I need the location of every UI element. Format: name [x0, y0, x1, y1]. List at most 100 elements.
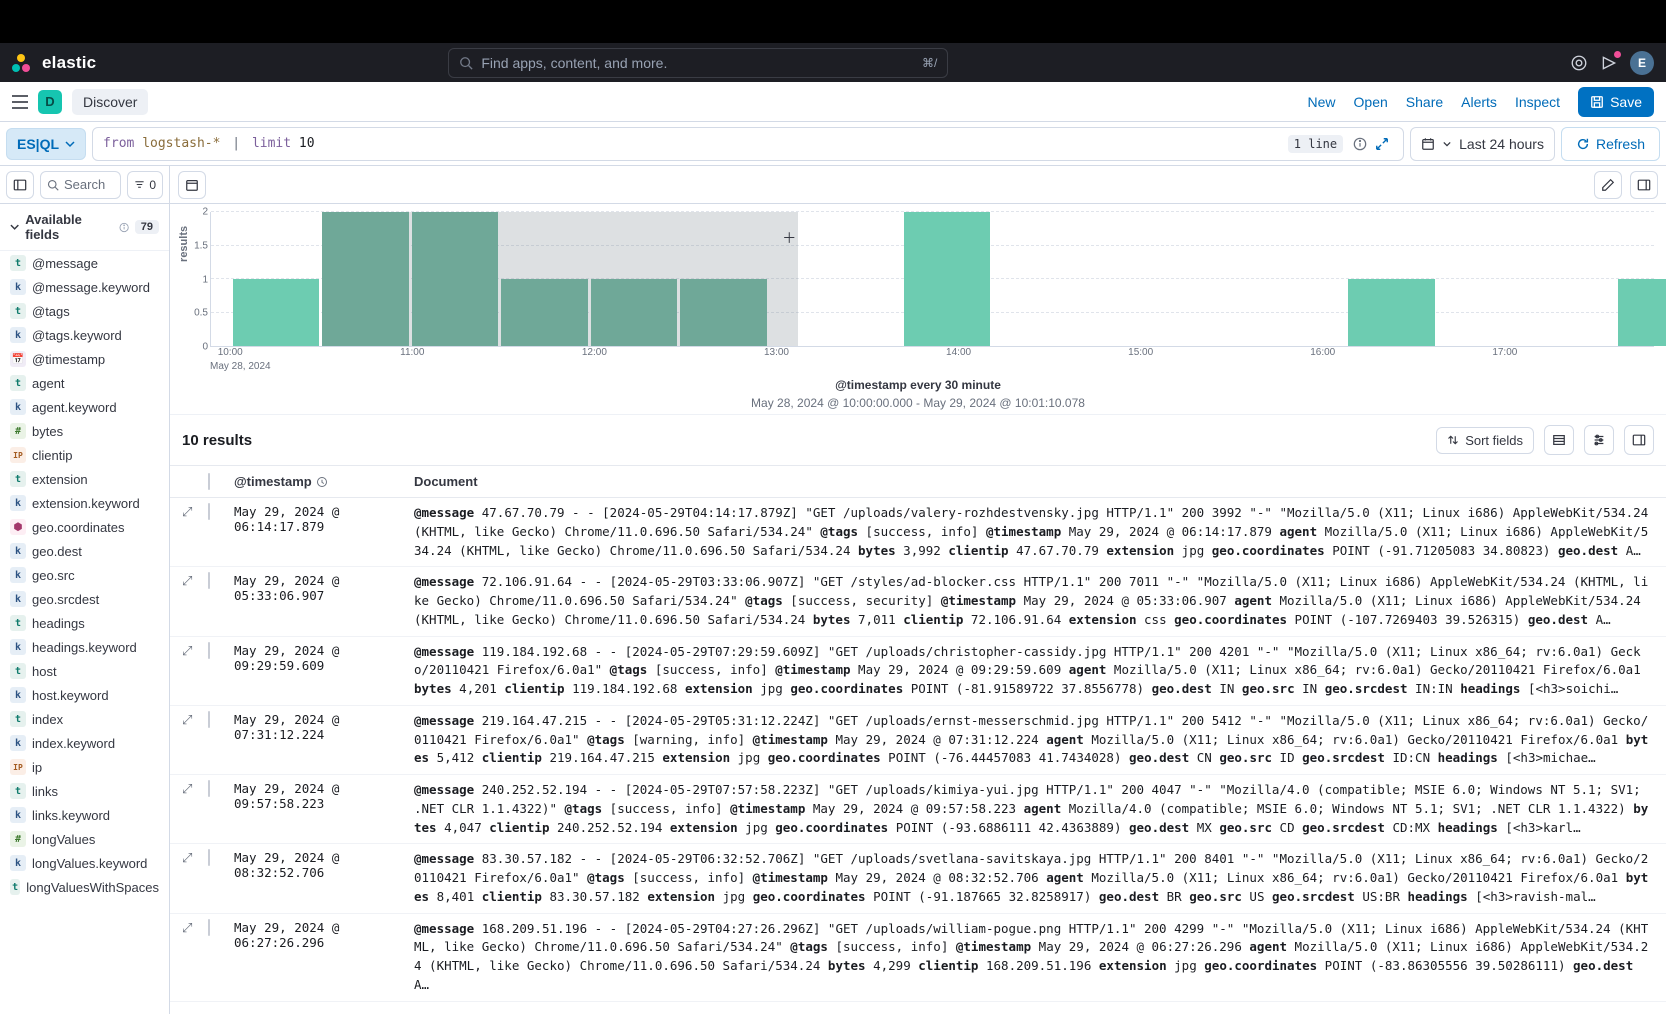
expand-row-button[interactable]: ⤢	[182, 644, 192, 659]
field-item[interactable]: kgeo.srcdest	[0, 587, 169, 611]
doc-field-value: CN	[1189, 750, 1219, 765]
sidebar-collapse-button[interactable]	[6, 171, 34, 199]
global-search-input[interactable]: Find apps, content, and more. ⌘/	[448, 48, 948, 78]
row-timestamp: May 29, 2024 @ 09:57:58.223	[234, 781, 414, 811]
row-checkbox[interactable]	[208, 849, 210, 866]
row-document: @message 240.252.52.194 - - [2024-05-29T…	[414, 781, 1654, 837]
field-item[interactable]: tagent	[0, 371, 169, 395]
alerts-button[interactable]: Alerts	[1461, 94, 1497, 110]
chart-bar[interactable]	[233, 279, 320, 346]
field-item[interactable]: klongValues.keyword	[0, 851, 169, 875]
chart-bar[interactable]	[412, 212, 499, 346]
histogram-chart[interactable]: results 00.511.52 ＋ 10:0011:0012:0013:00…	[170, 204, 1666, 415]
field-item[interactable]: IPclientip	[0, 443, 169, 467]
datepicker-button[interactable]: Last 24 hours	[1410, 127, 1555, 161]
field-item[interactable]: kheadings.keyword	[0, 635, 169, 659]
doc-field-key: @tags	[790, 939, 828, 954]
column-header-document[interactable]: Document	[414, 474, 1654, 489]
chart-bar[interactable]	[680, 279, 767, 346]
doc-field-key: headings	[1438, 820, 1498, 835]
sort-fields-button[interactable]: Sort fields	[1436, 427, 1534, 454]
expand-row-button[interactable]: ⤢	[182, 782, 192, 797]
field-item[interactable]: textension	[0, 467, 169, 491]
row-checkbox[interactable]	[208, 780, 210, 797]
expand-row-button[interactable]: ⤢	[182, 713, 192, 728]
field-item[interactable]: tlongValuesWithSpaces	[0, 875, 169, 899]
integrations-icon[interactable]	[1570, 54, 1588, 72]
expand-row-button[interactable]: ⤢	[182, 921, 192, 936]
save-button[interactable]: Save	[1578, 87, 1654, 117]
fullscreen-button[interactable]	[1624, 425, 1654, 455]
doc-field-value: 119.184.192.68	[565, 681, 685, 696]
field-item[interactable]: kagent.keyword	[0, 395, 169, 419]
inspect-button[interactable]: Inspect	[1515, 94, 1560, 110]
query-info-icon[interactable]	[1349, 133, 1371, 155]
row-checkbox[interactable]	[208, 711, 210, 728]
share-button[interactable]: Share	[1406, 94, 1443, 110]
field-item[interactable]: ⬢geo.coordinates	[0, 515, 169, 539]
doc-field-value: 4,047	[437, 820, 490, 835]
chart-bar[interactable]	[322, 212, 409, 346]
display-options-button[interactable]	[1584, 425, 1614, 455]
field-item[interactable]: tlinks	[0, 779, 169, 803]
query-expand-icon[interactable]	[1371, 133, 1393, 155]
doc-field-key: @timestamp	[730, 801, 805, 816]
chart-x-tick: 13:00	[764, 347, 789, 358]
field-item[interactable]: klinks.keyword	[0, 803, 169, 827]
row-checkbox[interactable]	[208, 919, 210, 936]
date-histogram-toggle[interactable]	[178, 171, 206, 199]
query-input[interactable]: from logstash-* | limit 10 1 line	[92, 127, 1404, 161]
field-item[interactable]: #bytes	[0, 419, 169, 443]
open-button[interactable]: Open	[1354, 94, 1388, 110]
nav-toggle-icon[interactable]	[12, 95, 28, 109]
field-item[interactable]: #longValues	[0, 827, 169, 851]
field-item[interactable]: t@tags	[0, 299, 169, 323]
select-all-checkbox[interactable]	[208, 473, 210, 490]
field-item[interactable]: tindex	[0, 707, 169, 731]
query-language-button[interactable]: ES|QL	[6, 128, 86, 160]
expand-row-button[interactable]: ⤢	[182, 851, 192, 866]
chart-bar[interactable]	[1618, 279, 1666, 346]
field-item[interactable]: t@message	[0, 251, 169, 275]
field-item[interactable]: kgeo.dest	[0, 539, 169, 563]
query-bar: ES|QL from logstash-* | limit 10 1 line …	[0, 122, 1666, 166]
available-fields-header[interactable]: Available fields 79	[0, 204, 169, 251]
user-avatar[interactable]: E	[1630, 51, 1654, 75]
field-item[interactable]: 📅@timestamp	[0, 347, 169, 371]
field-item[interactable]: kextension.keyword	[0, 491, 169, 515]
chart-bar[interactable]	[591, 279, 678, 346]
expand-row-button[interactable]: ⤢	[182, 505, 192, 520]
doc-field-key: geo.coordinates	[1204, 958, 1317, 973]
field-name: links.keyword	[32, 808, 110, 823]
field-item[interactable]: kgeo.src	[0, 563, 169, 587]
chart-bar[interactable]	[1348, 279, 1435, 346]
field-item[interactable]: kindex.keyword	[0, 731, 169, 755]
column-header-timestamp[interactable]: @timestamp	[234, 474, 414, 489]
doc-field-key: @message	[414, 713, 474, 728]
refresh-button[interactable]: Refresh	[1561, 127, 1660, 161]
chart-y-tick: 2	[202, 207, 208, 218]
fields-search-input[interactable]: Search	[40, 171, 121, 199]
new-button[interactable]: New	[1308, 94, 1336, 110]
field-item[interactable]: thost	[0, 659, 169, 683]
density-button[interactable]	[1544, 425, 1574, 455]
field-item[interactable]: khost.keyword	[0, 683, 169, 707]
field-item[interactable]: IPip	[0, 755, 169, 779]
doc-field-key: geo.src	[1219, 750, 1272, 765]
chart-bar[interactable]	[501, 279, 588, 346]
expand-row-button[interactable]: ⤢	[182, 574, 192, 589]
field-item[interactable]: theadings	[0, 611, 169, 635]
chart-options-button[interactable]	[1630, 171, 1658, 199]
field-item[interactable]: k@message.keyword	[0, 275, 169, 299]
info-icon[interactable]	[119, 222, 129, 233]
row-checkbox[interactable]	[208, 503, 210, 520]
row-checkbox[interactable]	[208, 572, 210, 589]
doc-field-value: MX	[1189, 820, 1219, 835]
fields-filter-button[interactable]: 0	[127, 171, 163, 199]
edit-visualization-button[interactable]	[1594, 171, 1622, 199]
breadcrumb[interactable]: Discover	[72, 89, 148, 115]
field-item[interactable]: k@tags.keyword	[0, 323, 169, 347]
row-checkbox[interactable]	[208, 642, 210, 659]
chart-bar[interactable]	[904, 212, 991, 346]
newsfeed-icon[interactable]	[1600, 54, 1618, 72]
